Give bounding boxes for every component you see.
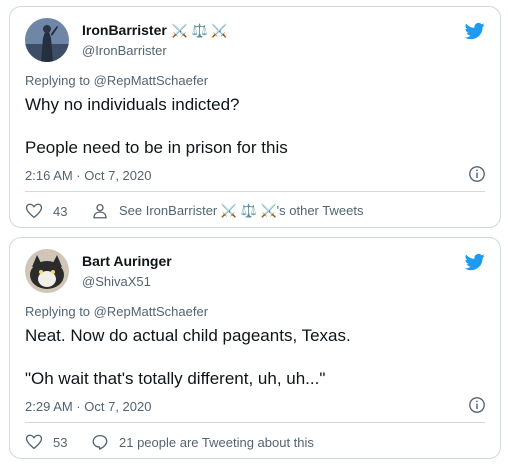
tweet-actions: 43 See IronBarrister ⚔️ ⚖️ ⚔️'s other Tw… bbox=[25, 201, 363, 221]
like-count: 43 bbox=[53, 203, 68, 219]
see-other-tweets-link[interactable]: See IronBarrister ⚔️ ⚖️ ⚔️'s other Tweet… bbox=[119, 203, 363, 219]
author-emoji: ⚔️ ⚖️ ⚔️ bbox=[171, 23, 228, 38]
speech-bubble-icon bbox=[92, 434, 108, 450]
person-icon bbox=[93, 203, 107, 219]
author-name-text: IronBarrister bbox=[82, 22, 167, 38]
replying-to: Replying to @RepMattSchaefer bbox=[25, 73, 208, 88]
info-icon[interactable] bbox=[468, 396, 486, 414]
tweet-actions: 53 21 people are Tweeting about this bbox=[25, 432, 314, 452]
replying-to: Replying to @RepMattSchaefer bbox=[25, 304, 208, 319]
tweeting-about-link[interactable]: 21 people are Tweeting about this bbox=[119, 435, 314, 450]
tweet-text-line: "Oh wait that's totally different, uh, u… bbox=[25, 369, 326, 388]
replying-prefix: Replying to bbox=[25, 304, 91, 319]
twitter-bird-icon[interactable] bbox=[464, 21, 486, 41]
timestamp[interactable]: 2:29 AM · Oct 7, 2020 bbox=[25, 399, 151, 414]
divider bbox=[25, 191, 485, 192]
info-icon[interactable] bbox=[468, 165, 486, 183]
timestamp[interactable]: 2:16 AM · Oct 7, 2020 bbox=[25, 168, 151, 183]
replying-handle-link[interactable]: @RepMattSchaefer bbox=[94, 73, 208, 88]
twitter-bird-icon[interactable] bbox=[464, 252, 486, 272]
author-name[interactable]: IronBarrister ⚔️ ⚖️ ⚔️ bbox=[82, 22, 228, 39]
tweet-text-line: Why no individuals indicted? bbox=[25, 95, 240, 114]
author-handle[interactable]: @ShivaX51 bbox=[82, 274, 151, 289]
avatar-image bbox=[25, 18, 69, 62]
tweet-card[interactable]: IronBarrister ⚔️ ⚖️ ⚔️ @IronBarrister Re… bbox=[9, 6, 501, 228]
avatar-image bbox=[25, 249, 69, 293]
tweet-text-line: People need to be in prison for this bbox=[25, 138, 288, 157]
avatar[interactable] bbox=[25, 18, 69, 62]
like-count: 53 bbox=[53, 434, 68, 450]
author-name-text: Bart Auringer bbox=[82, 253, 172, 269]
tweet-text-line: Neat. Now do actual child pageants, Texa… bbox=[25, 326, 351, 345]
replying-handle-link[interactable]: @RepMattSchaefer bbox=[94, 304, 208, 319]
divider bbox=[25, 422, 485, 423]
heart-icon[interactable] bbox=[25, 433, 43, 451]
replying-prefix: Replying to bbox=[25, 73, 91, 88]
author-name[interactable]: Bart Auringer bbox=[82, 253, 172, 269]
heart-icon[interactable] bbox=[25, 202, 43, 220]
author-handle[interactable]: @IronBarrister bbox=[82, 43, 167, 58]
avatar[interactable] bbox=[25, 249, 69, 293]
tweet-card[interactable]: Bart Auringer @ShivaX51 Replying to @Rep… bbox=[9, 237, 501, 459]
